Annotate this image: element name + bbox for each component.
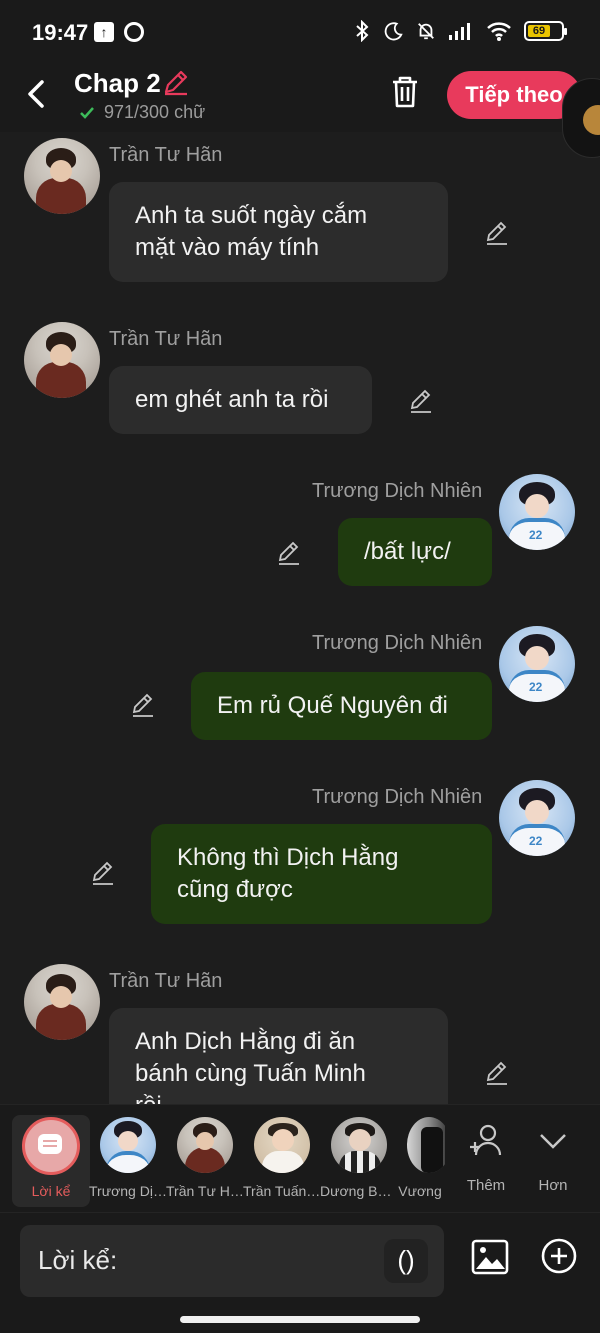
chapter-title[interactable]: Chap 2: [74, 68, 161, 99]
bluetooth-icon: [356, 20, 369, 42]
avatar[interactable]: 22: [499, 626, 575, 702]
chevron-down-icon: [540, 1134, 566, 1149]
message-bubble[interactable]: Anh ta suốt ngày cắm mặt vào máy tính: [109, 182, 448, 282]
sender-name: Trần Tư Hãn: [109, 144, 223, 166]
message-line: em ghét anh ta rồi: [135, 386, 329, 413]
character-name: Trần Tuấn Minh: [243, 1183, 321, 1199]
character-truong-dich-nhien[interactable]: Trương Dịch Nhiên: [89, 1115, 167, 1207]
character-tran-tu-han[interactable]: Trần Tư Hãn: [166, 1115, 244, 1207]
upload-notification-icon: ↑: [94, 22, 114, 42]
character-name: Lời kể: [31, 1183, 71, 1199]
add-character-button[interactable]: Thêm: [456, 1121, 516, 1201]
chat-area[interactable]: Trần Tư Hãn Anh ta suốt ngày cắm mặt vào…: [0, 132, 600, 1104]
battery-icon: 69: [524, 21, 567, 41]
message-line: Em rủ Quế Nguyên đi: [217, 692, 448, 719]
next-button[interactable]: Tiếp theo: [447, 71, 581, 119]
home-indicator[interactable]: [180, 1316, 420, 1323]
editor-header: Chap 2 971/300 chữ Tiếp theo: [0, 64, 600, 132]
edit-message-icon[interactable]: [484, 220, 510, 246]
edit-message-icon[interactable]: [408, 388, 434, 414]
bell-off-icon: [418, 23, 434, 40]
edit-title-icon[interactable]: [162, 68, 190, 96]
character-narrator[interactable]: Lời kể: [12, 1115, 90, 1207]
message-line: bánh cùng Tuấn Minh: [135, 1060, 366, 1087]
check-icon: [80, 106, 94, 119]
edit-message-icon[interactable]: [130, 692, 156, 718]
sender-name: Trương Dịch Nhiên: [312, 786, 483, 808]
edit-message-icon[interactable]: [90, 860, 116, 886]
delete-button[interactable]: [388, 74, 422, 110]
character-duong-bac-van[interactable]: Dương Bác Văn: [320, 1115, 398, 1207]
avatar[interactable]: [24, 138, 100, 214]
character-name: Dương Bác Văn: [320, 1183, 398, 1199]
message-bubble[interactable]: /bất lực/: [338, 518, 492, 586]
sender-name: Trần Tư Hãn: [109, 970, 223, 992]
sender-name: Trần Tư Hãn: [109, 328, 223, 350]
message-line: cũng được: [177, 876, 293, 903]
message-line: Không thì Dịch Hằng: [177, 844, 399, 871]
message-bubble[interactable]: Không thì Dịch Hằng cũng được: [151, 824, 492, 924]
message-line: /bất lực/: [364, 538, 451, 565]
avatar: [254, 1117, 310, 1173]
edit-message-icon[interactable]: [276, 540, 302, 566]
input-label: Lời kể:: [38, 1245, 118, 1275]
sender-name: Trương Dịch Nhiên: [312, 632, 483, 654]
more-button[interactable]: Hơn: [523, 1121, 583, 1201]
avatar[interactable]: 22: [499, 780, 575, 856]
character-selector: Lời kể Trương Dịch Nhiên Trần Tư Hãn Trầ…: [0, 1104, 600, 1212]
avatar: [331, 1117, 387, 1173]
battery-level: 69: [528, 25, 551, 37]
message-line: Anh ta suốt ngày cắm: [135, 202, 368, 229]
message-line: Anh Dịch Hằng đi ăn: [135, 1028, 356, 1055]
character-name: Vương: [398, 1183, 442, 1199]
avatar[interactable]: [24, 964, 100, 1040]
avatar: [177, 1117, 233, 1173]
avatar[interactable]: 22: [499, 474, 575, 550]
character-name: Trần Tư Hãn: [166, 1183, 244, 1199]
sender-name: Trương Dịch Nhiên: [312, 480, 483, 502]
word-count: 971/300 chữ: [78, 102, 205, 123]
navigation-bar: [0, 1308, 600, 1333]
narration-input[interactable]: Lời kể: (): [20, 1225, 444, 1297]
message-bubble[interactable]: em ghét anh ta rồi: [109, 366, 372, 434]
add-label: Thêm: [466, 1177, 506, 1194]
avatar: [407, 1117, 445, 1173]
signal-icon: [449, 23, 470, 40]
character-vuong[interactable]: Vương: [395, 1115, 445, 1207]
avatar[interactable]: [24, 322, 100, 398]
image-button[interactable]: [470, 1237, 510, 1277]
narrator-icon: [22, 1117, 80, 1175]
message-bubble[interactable]: Em rủ Quế Nguyên đi: [191, 672, 492, 740]
parenthesis-button[interactable]: (): [384, 1239, 428, 1283]
character-tran-tuan-minh[interactable]: Trần Tuấn Minh: [243, 1115, 321, 1207]
floating-dot-icon: [583, 105, 600, 135]
status-bar: 19:47 ↑ 69: [0, 0, 600, 64]
message-line: rồi: [135, 1090, 422, 1104]
moon-icon: [384, 22, 403, 41]
input-bar: Lời kể: (): [0, 1212, 600, 1308]
message-bubble[interactable]: Anh Dịch Hằng đi ăn bánh cùng Tuấn Minh …: [109, 1008, 448, 1104]
word-count-text: 971/300 chữ: [104, 102, 206, 122]
more-label: Hơn: [538, 1177, 568, 1194]
status-time: 19:47: [32, 20, 89, 45]
character-name: Trương Dịch Nhiên: [89, 1183, 167, 1199]
add-button[interactable]: [540, 1237, 578, 1275]
message-line: mặt vào máy tính: [135, 234, 320, 261]
avatar: [100, 1117, 156, 1173]
add-person-icon: [470, 1124, 502, 1156]
back-button[interactable]: [22, 76, 54, 112]
sync-notification-icon: [124, 22, 144, 42]
edit-message-icon[interactable]: [484, 1060, 510, 1086]
wifi-icon: [487, 22, 511, 41]
